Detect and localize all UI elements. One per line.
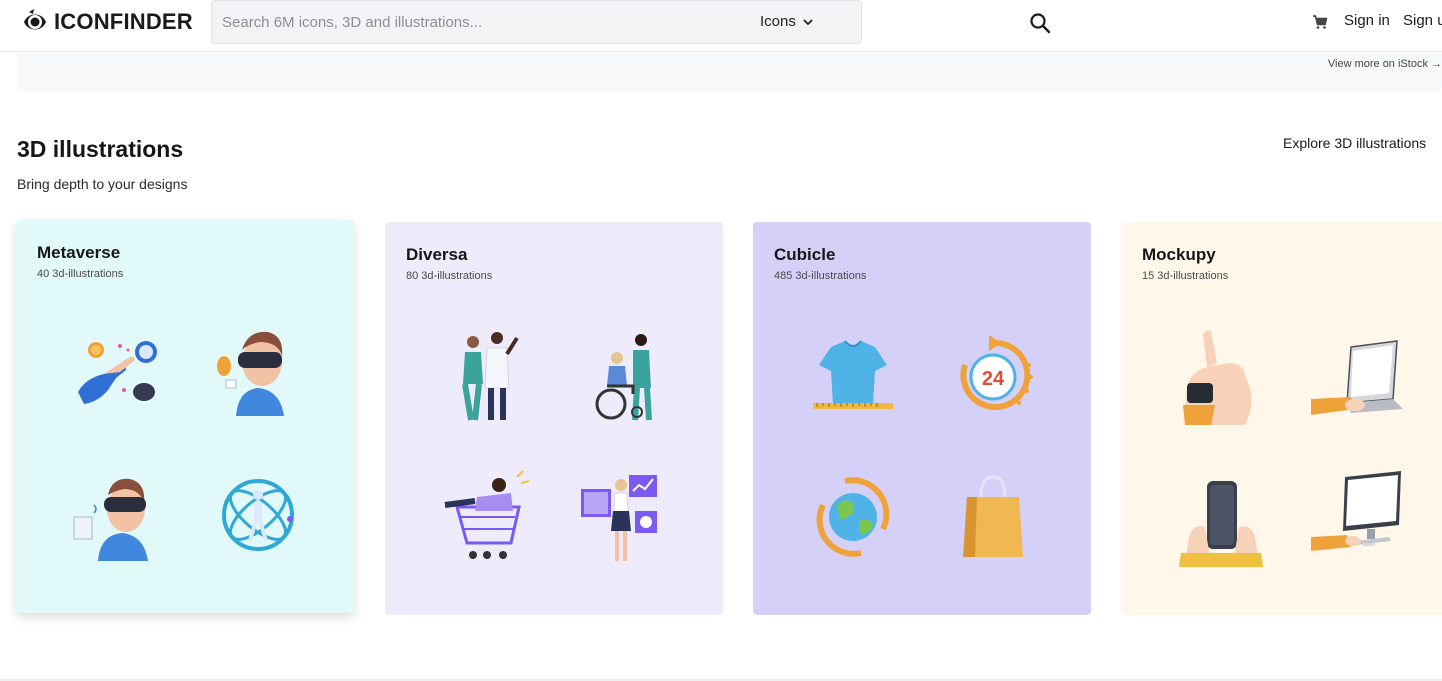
atom-human-illustration	[208, 465, 308, 565]
cart-icon[interactable]	[1312, 14, 1328, 30]
section-title: 3D illustrations	[17, 136, 184, 162]
collection-card-diversa[interactable]: Diversa 80 3d-illustrations	[385, 222, 723, 615]
card-count: 485 3d-illustrations	[774, 270, 867, 282]
shopping-cart-person-illustration	[437, 467, 537, 567]
card-count: 80 3d-illustrations	[406, 270, 493, 282]
top-header: ICONFINDER Icons Sign in Sign up	[0, 0, 1442, 52]
card-title: Mockupy	[1142, 245, 1216, 264]
medical-team-illustration	[437, 324, 537, 424]
search-type-dropdown[interactable]: Icons	[760, 13, 814, 30]
chevron-down-icon	[803, 18, 813, 25]
card-count: 15 3d-illustrations	[1142, 270, 1229, 282]
card-title: Metaverse	[37, 243, 121, 262]
24-hour-clock-illustration: 24	[943, 325, 1043, 425]
view-more-istock-link[interactable]: View more on iStock →	[1328, 58, 1442, 70]
smartwatch-hand-illustration	[1171, 327, 1271, 427]
card-count: 40 3d-illustrations	[37, 268, 124, 280]
smartphone-hands-illustration	[1171, 467, 1271, 567]
sign-up-link[interactable]: Sign up	[1403, 12, 1442, 29]
collection-card-mockupy[interactable]: Mockupy 15 3d-illustrations	[1121, 222, 1442, 615]
dashboard-presenter-illustration	[577, 467, 677, 567]
card-title: Cubicle	[774, 245, 836, 264]
card-title: Diversa	[406, 245, 468, 264]
logo-eye-icon	[24, 9, 46, 30]
tshirt-measuring-tape-illustration	[803, 325, 903, 425]
search-type-label: Icons	[760, 13, 796, 30]
wheelchair-caregiver-illustration	[577, 324, 677, 424]
svg-text:24: 24	[982, 368, 1005, 390]
laptop-hand-illustration	[1311, 327, 1411, 427]
globe-rotation-illustration	[803, 467, 903, 567]
explore-3d-illustrations-link[interactable]: Explore 3D illustrations	[1283, 135, 1426, 151]
search-icon[interactable]	[1028, 11, 1052, 35]
search-bar: Icons	[211, 0, 1051, 44]
logo-text: ICONFINDER	[54, 9, 193, 34]
search-input[interactable]	[222, 11, 742, 33]
collection-card-cubicle[interactable]: Cubicle 485 3d-illustrations 24	[753, 222, 1091, 615]
iconfinder-logo[interactable]: ICONFINDER	[20, 8, 193, 36]
crypto-hand-illustration	[68, 320, 168, 420]
collection-card-metaverse[interactable]: Metaverse 40 3d-illustrations	[16, 220, 354, 613]
vr-headset-person-illustration	[208, 320, 308, 420]
desktop-monitor-illustration	[1311, 467, 1411, 567]
shopping-bag-illustration	[943, 467, 1043, 567]
vr-user-hologram-illustration	[68, 465, 168, 565]
section-subtitle: Bring depth to your designs	[17, 176, 188, 192]
sign-in-link[interactable]: Sign in	[1344, 12, 1390, 29]
istock-banner: View more on iStock →	[17, 53, 1442, 91]
